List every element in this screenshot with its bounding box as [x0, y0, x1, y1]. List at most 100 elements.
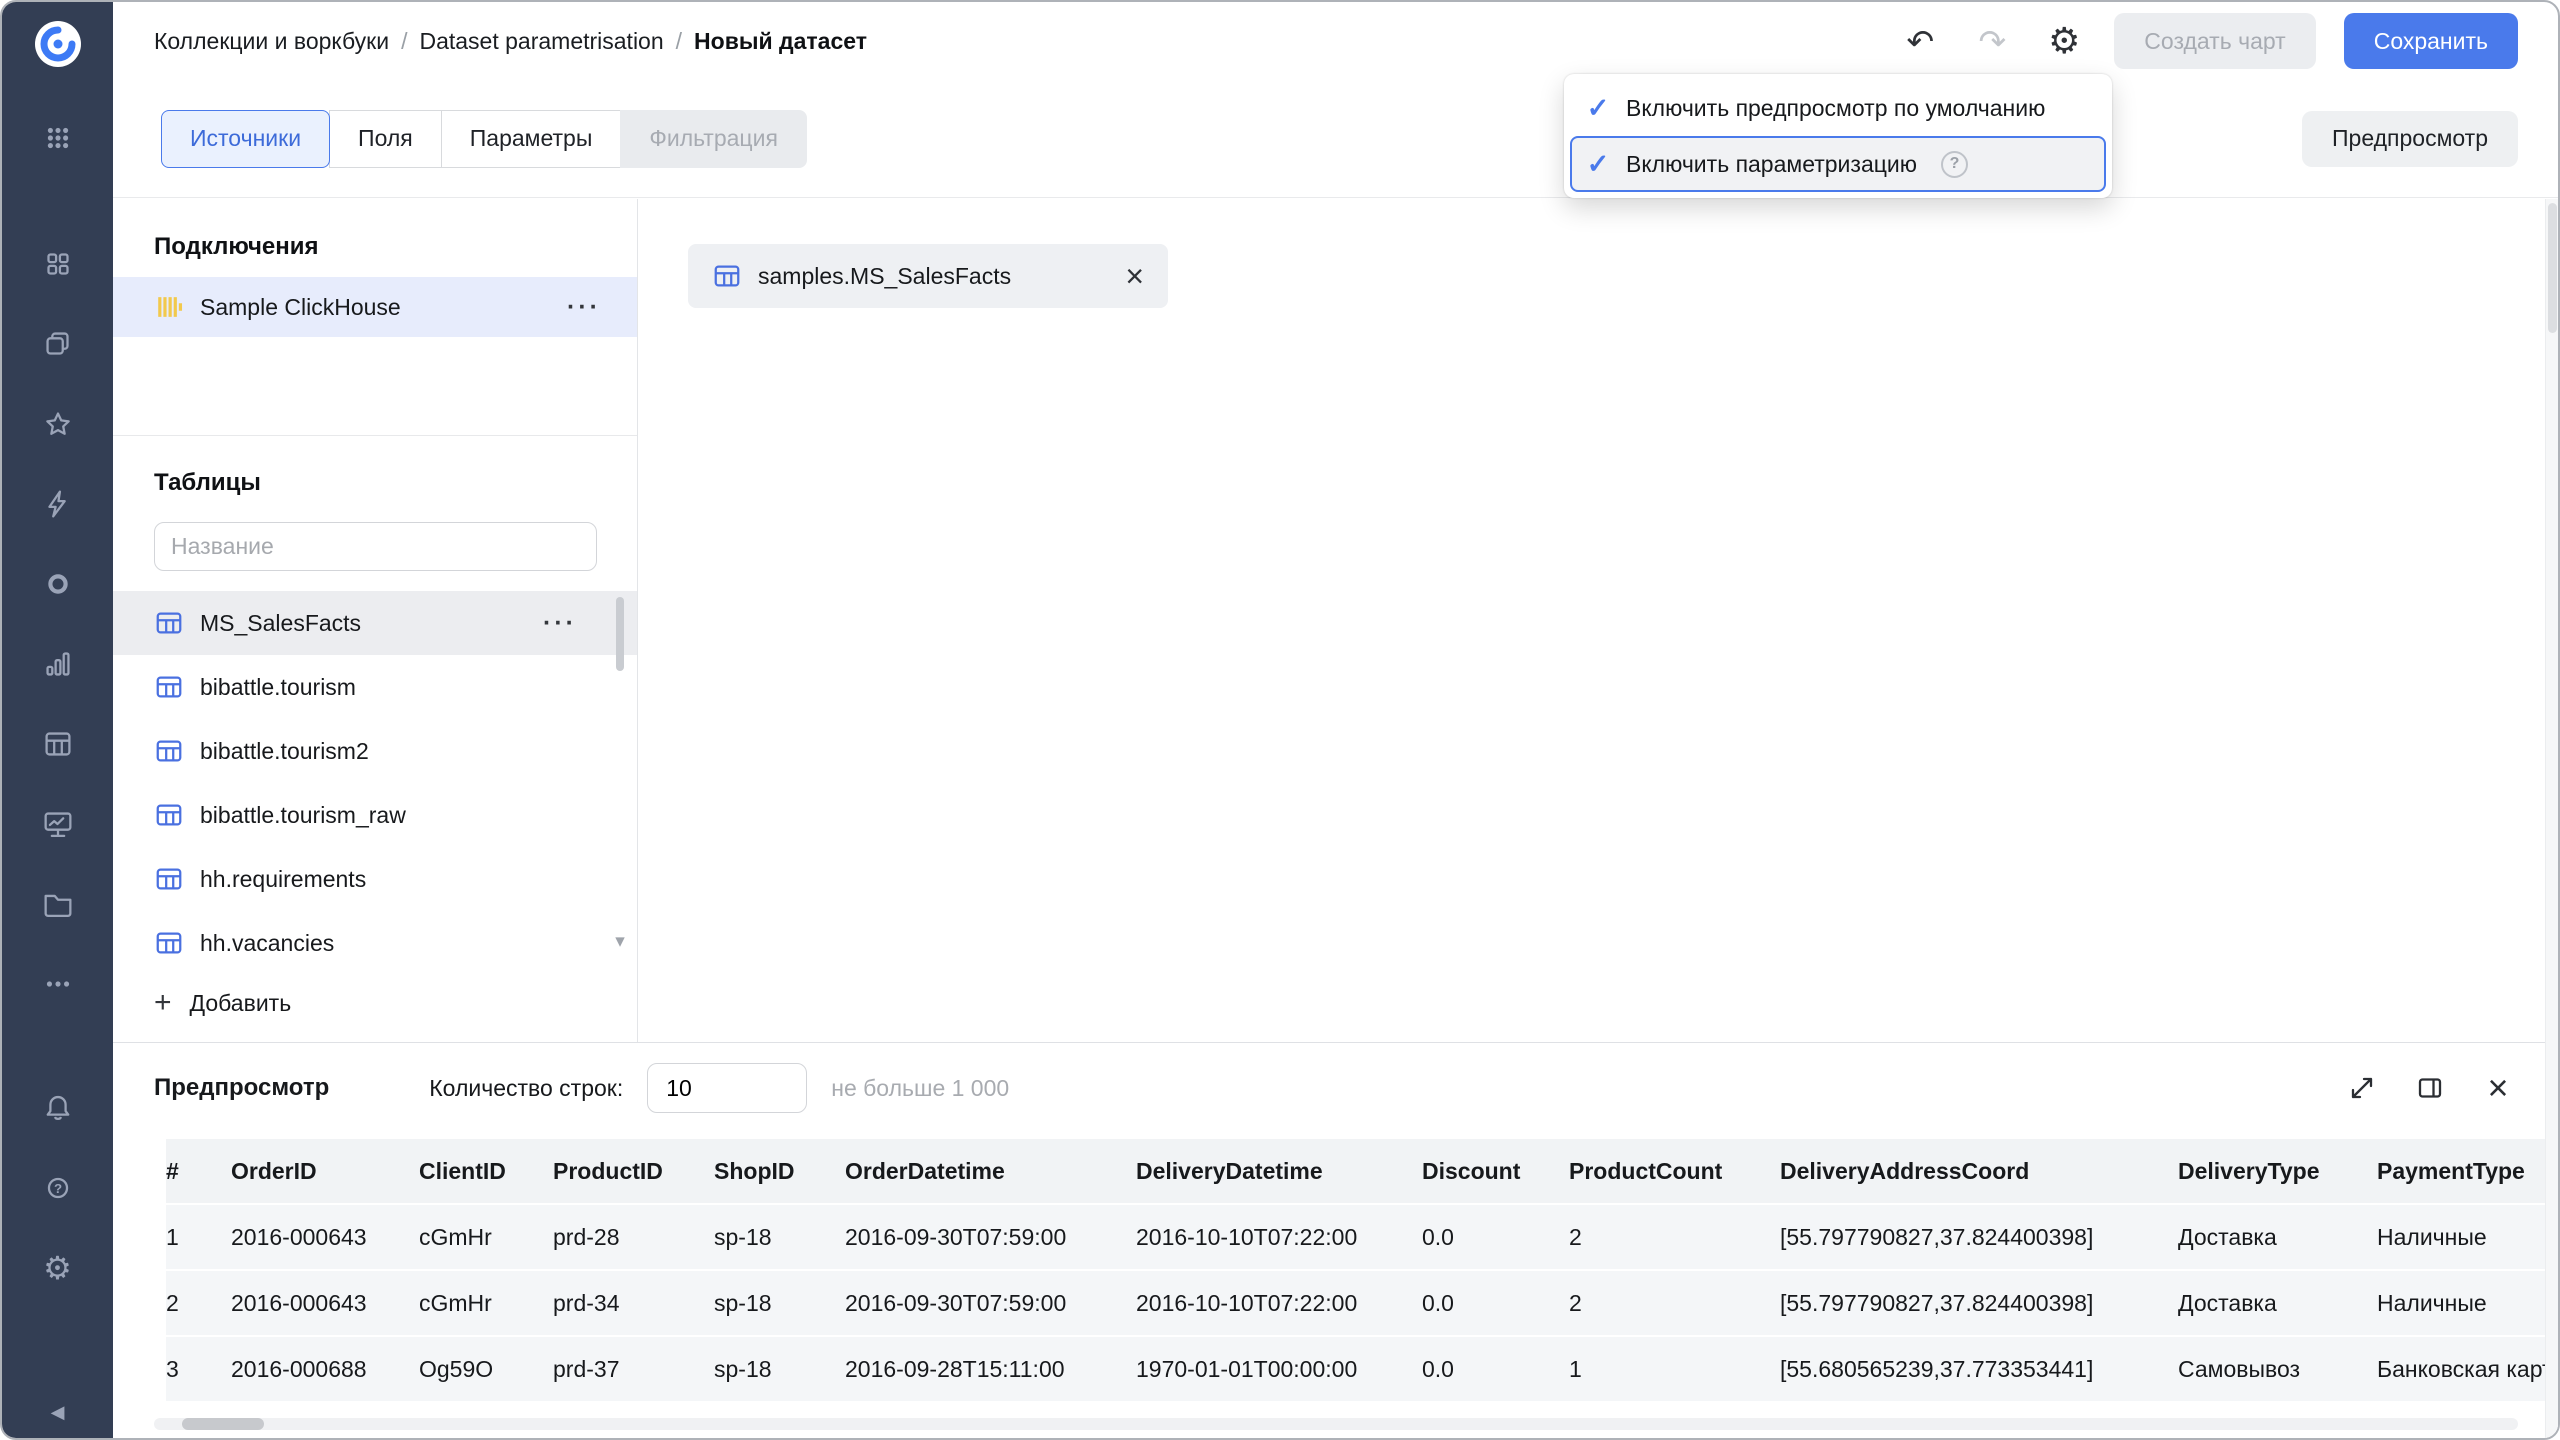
vertical-scrollbar[interactable]	[2545, 199, 2558, 1438]
column-header: ShopID	[714, 1158, 845, 1185]
cell: 1970-01-01T00:00:00	[1136, 1356, 1422, 1383]
table-search-input[interactable]	[154, 522, 597, 571]
split-view-icon[interactable]	[2410, 1068, 2450, 1108]
save-button[interactable]: Сохранить	[2344, 13, 2518, 69]
collections-icon[interactable]	[34, 320, 82, 368]
scrollbar-thumb[interactable]	[182, 1418, 264, 1430]
preview-actions: ×	[2342, 1068, 2518, 1108]
tab-filtration[interactable]: Фильтрация	[620, 110, 807, 168]
row-count-input[interactable]	[647, 1063, 807, 1113]
help-circle-icon[interactable]: ?	[34, 1164, 82, 1212]
undo-icon[interactable]: ↶	[1898, 19, 1942, 63]
table-item[interactable]: bibattle.tourism_raw	[113, 783, 637, 847]
cell: Банковская карта	[2377, 1356, 2558, 1383]
notifications-bell-icon[interactable]	[34, 1084, 82, 1132]
table-name: hh.vacancies	[200, 930, 334, 957]
source-chip[interactable]: samples.MS_SalesFacts ×	[688, 244, 1168, 308]
favorites-star-icon[interactable]	[34, 400, 82, 448]
more-ellipsis-icon[interactable]	[34, 960, 82, 1008]
menu-item-parametrisation[interactable]: ✓ Включить параметризацию ?	[1570, 136, 2106, 192]
menu-item-default-preview[interactable]: ✓ Включить предпросмотр по умолчанию	[1570, 80, 2106, 136]
cell: 2016-000643	[231, 1224, 419, 1251]
breadcrumb-workbook[interactable]: Dataset parametrisation	[419, 28, 663, 55]
table-item-ms-salesfacts[interactable]: MS_SalesFacts ···	[113, 591, 637, 655]
connection-item[interactable]: Sample ClickHouse ···	[113, 277, 637, 337]
table-menu-icon[interactable]: ···	[543, 609, 577, 638]
cell: 2016-000688	[231, 1356, 419, 1383]
add-table-button[interactable]: + Добавить	[113, 975, 637, 1031]
table-name: bibattle.tourism2	[200, 738, 369, 765]
cell: 0.0	[1422, 1224, 1569, 1251]
clickhouse-icon	[154, 292, 184, 322]
source-chip-label: samples.MS_SalesFacts	[758, 263, 1011, 290]
tab-sources[interactable]: Источники	[161, 110, 330, 168]
table-list: MS_SalesFacts ··· bibattle.tourism bibat…	[113, 591, 637, 975]
apps-grid-icon[interactable]	[34, 114, 82, 162]
breadcrumb: Коллекции и воркбуки / Dataset parametri…	[154, 28, 867, 55]
preview-toggle-button[interactable]: Предпросмотр	[2302, 111, 2518, 167]
row-count-hint: не больше 1 000	[831, 1075, 1009, 1102]
tables-grid-icon[interactable]	[34, 720, 82, 768]
table-icon	[154, 736, 184, 766]
table-icon	[712, 261, 742, 291]
table-name: bibattle.tourism	[200, 674, 356, 701]
breadcrumb-collections[interactable]: Коллекции и воркбуки	[154, 28, 389, 55]
table-item[interactable]: hh.vacancies	[113, 911, 637, 975]
table-item[interactable]: bibattle.tourism2	[113, 719, 637, 783]
app-window: ? ⚙ ◀ Коллекции и воркбуки / Dataset par…	[0, 0, 2560, 1440]
create-chart-button[interactable]: Создать чарт	[2114, 13, 2315, 69]
cell: 1	[166, 1224, 231, 1251]
datalens-logo[interactable]	[34, 20, 82, 68]
sidebar-collapse-icon[interactable]: ◀	[38, 1392, 78, 1432]
folder-icon[interactable]	[34, 880, 82, 928]
panel-divider	[113, 435, 637, 436]
table-icon	[154, 928, 184, 958]
settings-gear-icon-sidebar[interactable]: ⚙	[34, 1244, 82, 1292]
scrollbar-thumb[interactable]	[2548, 203, 2557, 333]
remove-source-icon[interactable]: ×	[1125, 260, 1144, 292]
cell: sp-18	[714, 1356, 845, 1383]
table-item[interactable]: bibattle.tourism	[113, 655, 637, 719]
cell: [55.797790827,37.824400398]	[1780, 1224, 2178, 1251]
dashboards-grid-icon[interactable]	[34, 240, 82, 288]
monitoring-screen-icon[interactable]	[34, 800, 82, 848]
content: Подключения Sample ClickHouse ··· Таблиц…	[113, 199, 2558, 1042]
table-name: bibattle.tourism_raw	[200, 802, 406, 829]
cell: prd-28	[553, 1224, 714, 1251]
sidebar-nav	[34, 240, 82, 1008]
settings-menu: ✓ Включить предпросмотр по умолчанию ✓ В…	[1564, 74, 2112, 198]
cell: 3	[166, 1356, 231, 1383]
help-question-icon[interactable]: ?	[1941, 151, 1968, 178]
check-icon: ✓	[1584, 93, 1612, 124]
table-item[interactable]: hh.requirements	[113, 847, 637, 911]
scrollbar-thumb[interactable]	[616, 597, 624, 671]
expand-preview-icon[interactable]	[2342, 1068, 2382, 1108]
column-header: DeliveryDatetime	[1136, 1158, 1422, 1185]
horizontal-scrollbar[interactable]	[154, 1418, 2518, 1430]
table-list-scrollbar[interactable]: ▾	[615, 591, 625, 947]
cell: 2016-09-28T15:11:00	[845, 1356, 1136, 1383]
svg-text:?: ?	[53, 1181, 61, 1196]
table-name: hh.requirements	[200, 866, 366, 893]
cell: 2	[1569, 1290, 1780, 1317]
charts-bar-icon[interactable]	[34, 640, 82, 688]
close-preview-icon[interactable]: ×	[2478, 1068, 2518, 1108]
cell: Og59O	[419, 1356, 553, 1383]
table-icon	[154, 608, 184, 638]
column-header: ProductID	[553, 1158, 714, 1185]
connection-name: Sample ClickHouse	[200, 294, 401, 321]
connection-menu-icon[interactable]: ···	[567, 293, 601, 322]
cell: cGmHr	[419, 1290, 553, 1317]
dataset-settings-gear-icon[interactable]: ⚙	[2042, 19, 2086, 63]
preview-table-header: # OrderID ClientID ProductID ShopID Orde…	[166, 1139, 2558, 1203]
cell: 2016-09-30T07:59:00	[845, 1224, 1136, 1251]
connections-lightning-icon[interactable]	[34, 480, 82, 528]
tab-parameters[interactable]: Параметры	[441, 110, 622, 168]
chevron-down-icon[interactable]: ▾	[615, 930, 625, 953]
table-row: 3 2016-000688 Og59O prd-37 sp-18 2016-09…	[166, 1337, 2558, 1401]
preview-title: Предпросмотр	[154, 1074, 329, 1102]
datasets-ring-icon[interactable]	[34, 560, 82, 608]
tab-fields[interactable]: Поля	[329, 110, 442, 168]
redo-icon[interactable]: ↷	[1970, 19, 2014, 63]
column-header: ProductCount	[1569, 1158, 1780, 1185]
